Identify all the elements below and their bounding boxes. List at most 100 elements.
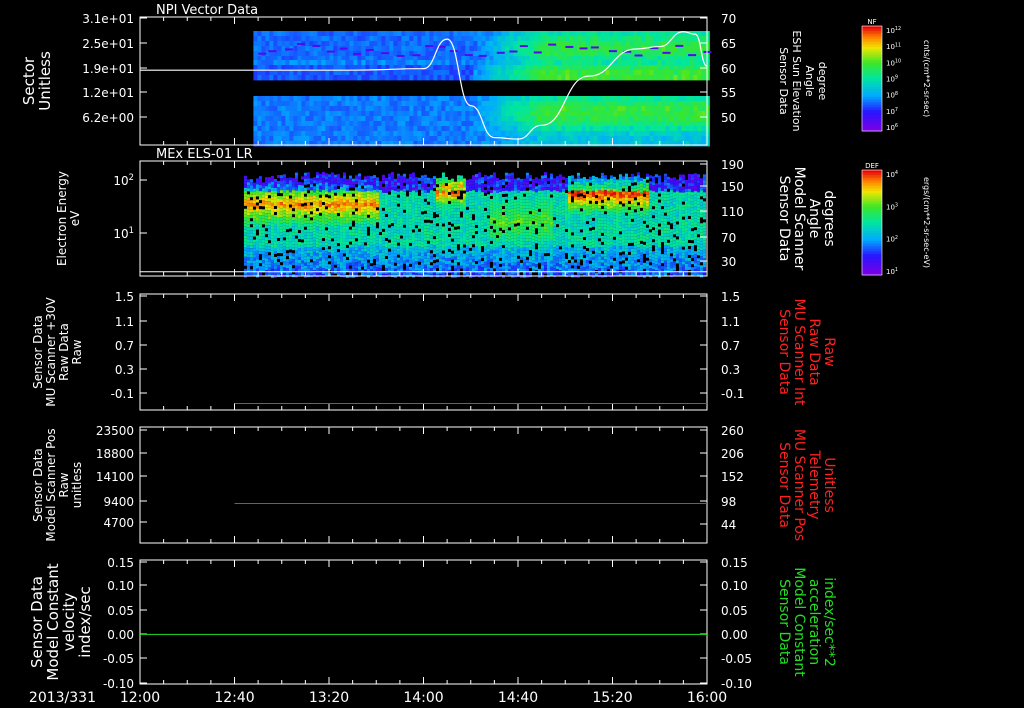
npi-heat-cell [365, 75, 370, 81]
npi-heat-cell [477, 31, 482, 37]
els-heat-cell [408, 260, 412, 264]
els-heat-cell [423, 240, 427, 244]
els-heat-cell [390, 217, 394, 221]
npi-heat-cell [429, 36, 434, 42]
npi-heat-cell [634, 54, 643, 57]
els-heat-cell [261, 215, 265, 219]
els-heat-cell [483, 237, 487, 241]
npi-heat-cell [369, 31, 374, 37]
npi-heat-cell [545, 141, 550, 147]
npi-heat-cell [697, 111, 702, 117]
els-heat-cell [309, 241, 313, 245]
els-heat-cell [327, 192, 331, 196]
els-heat-cell [489, 246, 493, 250]
npi-heat-cell [433, 36, 438, 42]
npi-heat-cell [509, 75, 514, 81]
npi-heat-cell [365, 70, 370, 76]
els-heat-cell [417, 237, 421, 241]
npi-heat-cell [701, 126, 706, 132]
els-heat-cell [288, 234, 292, 238]
els-heat-cell [444, 189, 448, 193]
npi-heat-cell [381, 101, 386, 107]
els-heat-cell [342, 175, 346, 179]
els-heat-cell [399, 223, 403, 227]
els-heat-cell [351, 253, 355, 257]
npi-heat-cell [289, 36, 294, 42]
els-heat-cell [462, 211, 466, 215]
npi-heat-cell [621, 136, 626, 142]
els-heat-cell [450, 211, 454, 215]
npi-heat-cell [637, 41, 642, 47]
els-heat-cell [351, 190, 355, 194]
els-heat-cell [408, 197, 412, 201]
npi-heat-cell [517, 96, 522, 102]
els-heat-cell [384, 189, 388, 193]
els-heat-cell [462, 202, 466, 206]
els-heat-cell [372, 217, 376, 221]
els-heat-cell [363, 209, 367, 213]
els-heat-cell [270, 238, 274, 242]
els-heat-cell [399, 268, 403, 272]
npi-heat-cell [393, 116, 398, 122]
npi-heat-cell [305, 126, 310, 132]
els-heat-cell [366, 223, 370, 227]
els-heat-cell [276, 204, 280, 208]
els-heat-cell [471, 175, 475, 179]
els-heat-cell [255, 223, 259, 227]
npi-heat-cell [369, 70, 374, 76]
els-heat-cell [261, 263, 265, 267]
npi-heat-cell [705, 70, 710, 76]
els-heat-cell [501, 253, 505, 257]
els-heat-cell [504, 235, 508, 239]
npi-heat-cell [621, 106, 626, 112]
els-heat-cell [327, 231, 331, 235]
npi-heat-cell [677, 51, 682, 57]
npi-heat-cell [617, 111, 622, 117]
npi-heat-cell [637, 96, 642, 102]
els-heat-cell [336, 189, 340, 193]
els-heat-cell [459, 265, 463, 269]
els-heat-cell [351, 202, 355, 206]
npi-heat-cell [353, 46, 358, 52]
npi-heat-cell [549, 51, 554, 57]
npi-heat-cell [473, 126, 478, 132]
els-heat-cell [249, 251, 253, 255]
npi-heat-cell [365, 116, 370, 122]
els-heat-cell [504, 172, 508, 176]
npi-heat-cell [621, 96, 626, 102]
els-heat-cell [381, 177, 385, 181]
npi-heat-cell [629, 41, 634, 47]
els-heat-cell [261, 209, 265, 213]
npi-heat-cell [396, 54, 405, 57]
els-heat-cell [489, 210, 493, 214]
els-heat-cell [408, 230, 412, 234]
els-heat-cell [402, 191, 406, 195]
npi-heat-cell [405, 126, 410, 132]
npi-heat-cell [685, 136, 690, 142]
npi-heat-cell [297, 141, 302, 147]
els-heat-cell [300, 209, 304, 213]
npi-heat-cell [497, 101, 502, 107]
npi-heat-cell [277, 51, 282, 57]
els-heat-cell [339, 241, 343, 245]
els-heat-cell [495, 252, 499, 256]
els-heat-cell [300, 206, 304, 210]
els-heat-cell [246, 239, 250, 243]
npi-heat-cell [269, 70, 274, 76]
npi-heat-cell [529, 65, 534, 71]
els-heat-cell [495, 237, 499, 241]
els-heat-cell [498, 272, 502, 276]
els-heat-cell [477, 172, 481, 176]
els-heat-cell [474, 252, 478, 256]
npi-heat-cell [597, 106, 602, 112]
els-heat-cell [276, 261, 280, 265]
npi-heat-cell [285, 51, 290, 57]
els-heat-cell [456, 217, 460, 221]
els-heat-cell [285, 238, 289, 242]
els-heat-cell [384, 273, 388, 277]
npi-heat-cell [581, 70, 586, 76]
els-heat-cell [246, 185, 250, 189]
els-heat-cell [441, 244, 445, 248]
els-heat-cell [465, 179, 469, 183]
els-heat-cell [252, 182, 256, 186]
